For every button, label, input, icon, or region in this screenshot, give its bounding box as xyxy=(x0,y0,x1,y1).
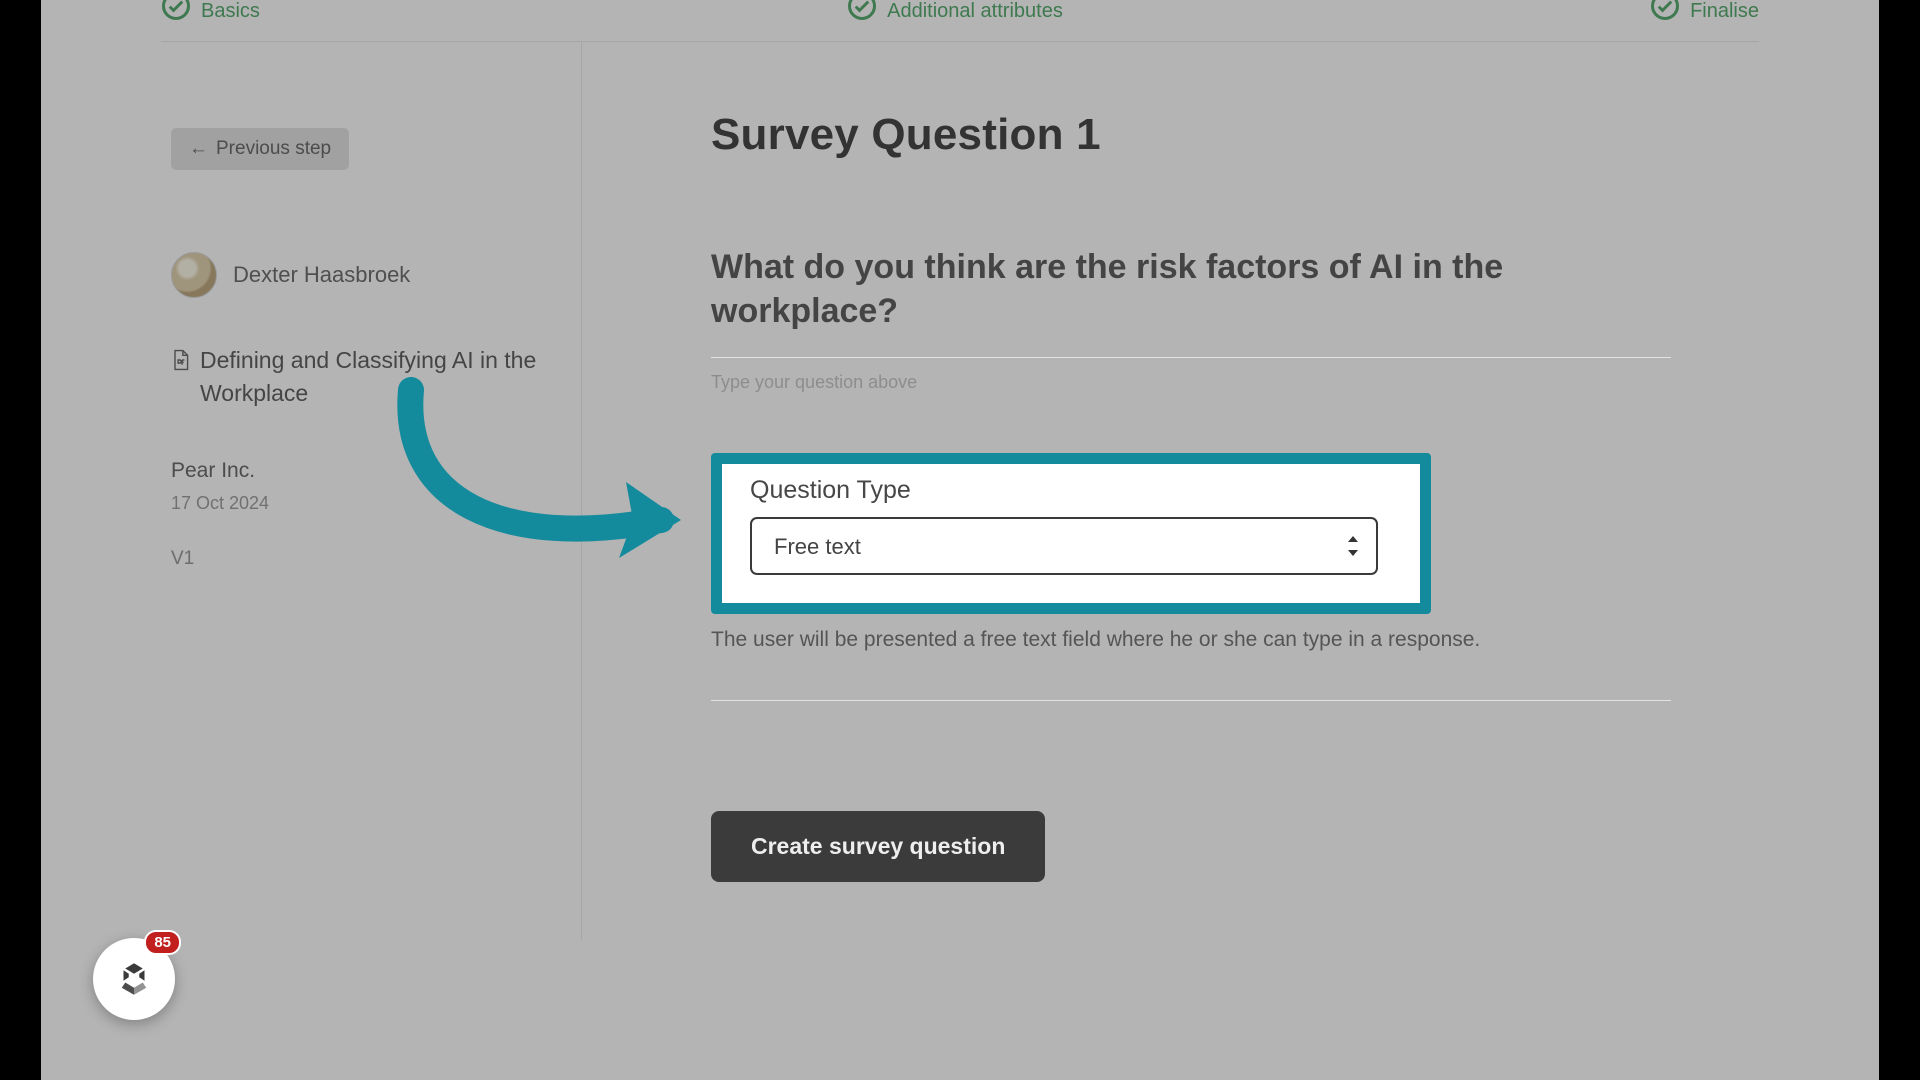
question-type-select[interactable]: Free text xyxy=(750,517,1378,575)
question-type-label: Question Type xyxy=(750,476,1392,505)
user-row: Dexter Haasbroek xyxy=(171,252,541,298)
question-type-highlight-box: Question Type Free text xyxy=(711,453,1431,614)
file-pdf-icon xyxy=(171,349,190,371)
page-title: Survey Question 1 xyxy=(711,110,1711,160)
document-row: Defining and Classifying AI in the Workp… xyxy=(171,344,541,411)
question-text-input[interactable]: What do you think are the risk factors o… xyxy=(711,246,1611,333)
step-finalise[interactable]: Finalise xyxy=(1650,0,1759,23)
widget-logo-icon xyxy=(113,958,155,1000)
check-circle-icon xyxy=(1650,0,1680,21)
check-circle-icon xyxy=(161,0,191,21)
divider xyxy=(711,357,1671,358)
main-content: Survey Question 1 What do you think are … xyxy=(711,110,1711,882)
step-label: Basics xyxy=(201,0,260,23)
avatar xyxy=(171,252,217,298)
question-type-description: The user will be presented a free text f… xyxy=(711,628,1711,652)
step-basics[interactable]: Basics xyxy=(161,0,260,23)
previous-step-label: Previous step xyxy=(216,138,331,160)
previous-step-button[interactable]: ← Previous step xyxy=(171,128,349,170)
user-name: Dexter Haasbroek xyxy=(233,262,410,288)
step-label: Additional attributes xyxy=(887,0,1063,23)
document-version: V1 xyxy=(171,548,541,570)
create-survey-question-button[interactable]: Create survey question xyxy=(711,811,1045,882)
question-hint: Type your question above xyxy=(711,372,1711,393)
widget-badge: 85 xyxy=(144,930,181,955)
document-title: Defining and Classifying AI in the Workp… xyxy=(200,344,541,411)
arrow-left-icon: ← xyxy=(189,138,208,160)
sidebar: ← Previous step Dexter Haasbroek Definin… xyxy=(171,128,541,570)
stepper: Basics Additional attributes Finalise xyxy=(161,0,1759,42)
divider xyxy=(711,700,1671,701)
app-stage: Basics Additional attributes Finalise ← … xyxy=(41,0,1879,1080)
question-type-select-wrap: Free text xyxy=(750,517,1378,575)
vertical-divider xyxy=(581,42,582,940)
document-date: 17 Oct 2024 xyxy=(171,493,541,514)
step-additional-attributes[interactable]: Additional attributes xyxy=(847,0,1063,23)
step-label: Finalise xyxy=(1690,0,1759,23)
help-widget-button[interactable]: 85 xyxy=(93,938,175,1020)
company-name: Pear Inc. xyxy=(171,459,541,483)
check-circle-icon xyxy=(847,0,877,21)
